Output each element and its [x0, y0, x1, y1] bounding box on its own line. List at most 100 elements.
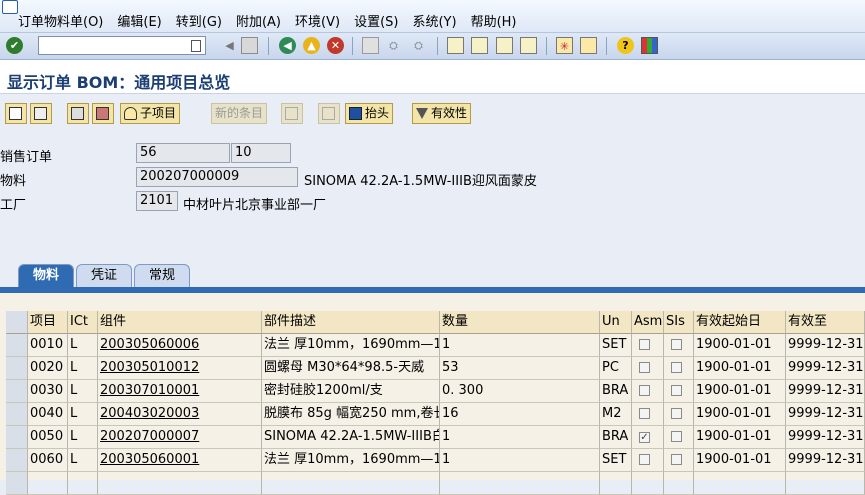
- component-value[interactable]: 200207000007: [100, 429, 199, 444]
- col-valid-to-header[interactable]: 有效至: [786, 311, 865, 334]
- delete-icon[interactable]: [281, 103, 303, 124]
- tab-general[interactable]: 常规: [134, 264, 191, 287]
- menu-help[interactable]: 帮助(H): [471, 11, 517, 30]
- plant-field[interactable]: 2101: [136, 191, 178, 211]
- col-asm-header[interactable]: Asm: [632, 311, 664, 334]
- header-button[interactable]: 抬头: [345, 103, 394, 124]
- enter-icon[interactable]: ✔: [6, 37, 23, 54]
- sales-order-field[interactable]: 56: [136, 143, 230, 163]
- asm-checkbox[interactable]: [639, 339, 650, 350]
- tab-material[interactable]: 物料: [18, 264, 75, 287]
- ict-cell[interactable]: L: [68, 357, 98, 380]
- menu-environment[interactable]: 环境(V): [295, 11, 340, 30]
- component-cell[interactable]: 200305060001: [98, 449, 262, 472]
- asm-cell[interactable]: ✓: [632, 426, 664, 449]
- qty-cell[interactable]: 1: [440, 449, 600, 472]
- item-cell[interactable]: 0010: [28, 334, 68, 357]
- print-icon[interactable]: [362, 37, 379, 54]
- sis-checkbox[interactable]: [671, 339, 682, 350]
- sis-checkbox[interactable]: [671, 431, 682, 442]
- component-cell[interactable]: 200207000007: [98, 426, 262, 449]
- item-cell[interactable]: 0040: [28, 403, 68, 426]
- table-row[interactable]: 0060 L 200305060001 法兰 厚10mm，1690mm—189 1 SET…: [0, 449, 865, 472]
- col-description-header[interactable]: 部件描述: [262, 311, 440, 334]
- menu-settings[interactable]: 设置(S): [354, 11, 398, 30]
- ict-cell[interactable]: L: [68, 449, 98, 472]
- command-history-icon[interactable]: [191, 40, 201, 52]
- to-cell[interactable]: 9999-12-31: [786, 426, 865, 449]
- col-quantity-header[interactable]: 数量: [440, 311, 600, 334]
- to-cell[interactable]: 9999-12-31: [786, 403, 865, 426]
- item-cell[interactable]: 0060: [28, 449, 68, 472]
- row-selector[interactable]: [6, 334, 28, 357]
- asm-cell[interactable]: [632, 357, 664, 380]
- col-valid-from-header[interactable]: 有效起始日: [694, 311, 786, 334]
- un-cell[interactable]: PC: [600, 357, 632, 380]
- sis-cell[interactable]: [664, 449, 694, 472]
- sis-cell[interactable]: [664, 380, 694, 403]
- to-cell[interactable]: 9999-12-31: [786, 357, 865, 380]
- save-list-icon[interactable]: [92, 103, 114, 124]
- qty-cell[interactable]: 53: [440, 357, 600, 380]
- table-row[interactable]: 0010 L 200305060006 法兰 厚10mm，1690mm—189 1 SET…: [0, 334, 865, 357]
- component-cell[interactable]: 200305010012: [98, 357, 262, 380]
- from-cell[interactable]: 1900-01-01: [694, 403, 786, 426]
- sub-item-button[interactable]: 子项目: [120, 103, 181, 124]
- desc-cell[interactable]: 法兰 厚10mm，1690mm—189: [262, 334, 440, 357]
- qty-cell[interactable]: 16: [440, 403, 600, 426]
- desc-cell[interactable]: 脱膜布 85g 幅宽250 mm,卷长: [262, 403, 440, 426]
- un-cell[interactable]: M2: [600, 403, 632, 426]
- sis-cell[interactable]: [664, 403, 694, 426]
- from-cell[interactable]: 1900-01-01: [694, 449, 786, 472]
- menu-goto[interactable]: 转到(G): [176, 11, 222, 30]
- change-display-icon[interactable]: [30, 103, 52, 124]
- find-icon[interactable]: ⛭: [385, 37, 402, 54]
- shortcut-icon[interactable]: [580, 37, 597, 54]
- table-row[interactable]: 0020 L 200305010012 圆螺母 M30*64*98.5-天威 53 PC 1…: [0, 357, 865, 380]
- sis-checkbox[interactable]: [671, 454, 682, 465]
- component-value[interactable]: 200305010012: [100, 360, 199, 375]
- ict-cell[interactable]: L: [68, 426, 98, 449]
- component-cell[interactable]: 200307010001: [98, 380, 262, 403]
- menu-system[interactable]: 系统(Y): [412, 11, 456, 30]
- un-cell[interactable]: SET: [600, 334, 632, 357]
- desc-cell[interactable]: 法兰 厚10mm，1690mm—189: [262, 449, 440, 472]
- row-selector[interactable]: [6, 403, 28, 426]
- col-ict-header[interactable]: ICt: [68, 311, 98, 334]
- menu-order-bom[interactable]: 订单物料单(O): [18, 11, 103, 30]
- asm-checkbox[interactable]: [639, 408, 650, 419]
- prev-page-icon[interactable]: [471, 37, 488, 54]
- cancel-icon[interactable]: ✕: [327, 37, 344, 54]
- row-selector[interactable]: [6, 357, 28, 380]
- row-selector[interactable]: [6, 449, 28, 472]
- display-icon[interactable]: [5, 103, 27, 124]
- component-value[interactable]: 200305060001: [100, 452, 199, 467]
- component-cell[interactable]: 200305060006: [98, 334, 262, 357]
- sis-checkbox[interactable]: [671, 385, 682, 396]
- component-value[interactable]: 200305060006: [100, 337, 199, 352]
- collapse-icon[interactable]: ◀: [221, 37, 238, 54]
- col-sis-header[interactable]: SIs: [664, 311, 694, 334]
- from-cell[interactable]: 1900-01-01: [694, 334, 786, 357]
- asm-cell[interactable]: [632, 334, 664, 357]
- sis-checkbox[interactable]: [671, 408, 682, 419]
- sis-cell[interactable]: [664, 426, 694, 449]
- back-icon[interactable]: ◀: [279, 37, 296, 54]
- ict-cell[interactable]: L: [68, 380, 98, 403]
- desc-cell[interactable]: 圆螺母 M30*64*98.5-天威: [262, 357, 440, 380]
- create-session-icon[interactable]: ✳: [556, 37, 573, 54]
- first-page-icon[interactable]: [447, 37, 464, 54]
- table-row[interactable]: 0030 L 200307010001 密封硅胶1200ml/支 0. 300 BRA 19…: [0, 380, 865, 403]
- un-cell[interactable]: BRA: [600, 426, 632, 449]
- item-cell[interactable]: 0050: [28, 426, 68, 449]
- un-cell[interactable]: BRA: [600, 380, 632, 403]
- material-field[interactable]: 200207000009: [136, 167, 298, 187]
- asm-checkbox[interactable]: ✓: [639, 432, 650, 443]
- sis-cell[interactable]: [664, 357, 694, 380]
- item-cell[interactable]: 0020: [28, 357, 68, 380]
- find-next-icon[interactable]: ⛭: [410, 37, 427, 54]
- row-selector[interactable]: [6, 380, 28, 403]
- menu-extras[interactable]: 附加(A): [236, 11, 281, 30]
- refresh-icon[interactable]: [318, 103, 340, 124]
- col-item-header[interactable]: 项目: [28, 311, 68, 334]
